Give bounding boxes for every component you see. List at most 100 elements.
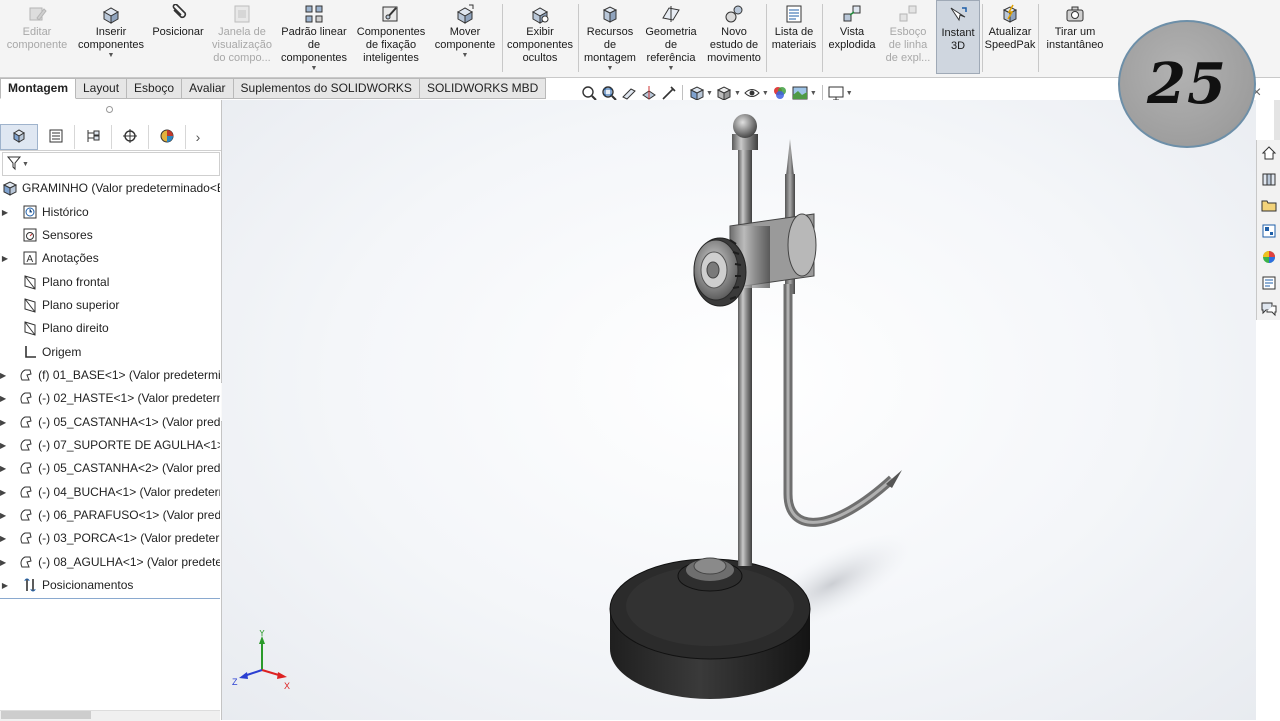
forum-icon[interactable] (1259, 298, 1279, 320)
tree-item-historico[interactable]: ▶ Histórico (0, 201, 220, 223)
edit-appearance-icon[interactable] (772, 85, 789, 102)
tab-display-manager[interactable] (149, 125, 186, 149)
chevron-down-icon[interactable]: ▼ (762, 90, 769, 97)
tree-item-haste[interactable]: ▶ (-) 02_HASTE<1> (Valor predetermi (0, 387, 220, 409)
tree-item-plano-superior[interactable]: Plano superior (0, 294, 220, 316)
tree-item-posicionamentos[interactable]: ▶ Posicionamentos (0, 574, 220, 596)
tree-item-porca[interactable]: ▶ (-) 03_PORCA<1> (Valor predeterm (0, 527, 220, 549)
tab-dimxpert-manager[interactable] (112, 125, 149, 149)
tree-filter[interactable]: ▼ (2, 152, 220, 176)
z-axis-label: Z (232, 677, 238, 687)
tree-item-label: Origem (42, 345, 82, 359)
view-settings-icon[interactable] (828, 85, 845, 102)
tree-item-castanha-2[interactable]: ▶ (-) 05_CASTANHA<2> (Valor predet (0, 457, 220, 479)
scrollbar-thumb[interactable] (1, 711, 91, 719)
chevron-down-icon: ▼ (461, 52, 469, 59)
tab-montagem[interactable]: Montagem (0, 78, 76, 99)
tab-configuration-manager[interactable] (75, 125, 112, 149)
assembly-features-button[interactable]: Recursos de montagem ▼ (580, 0, 640, 74)
chevron-down-icon[interactable]: ▼ (810, 90, 817, 97)
previous-view-icon[interactable] (620, 85, 637, 102)
tree-root[interactable]: GRAMINHO (Valor predeterminado<Est (0, 177, 220, 199)
linear-pattern-icon (303, 4, 325, 24)
smart-fasteners-button[interactable]: Componentes de fixação inteligentes (354, 0, 428, 74)
tree-item-anotacoes[interactable]: ▶ A Anotações (0, 247, 220, 269)
folder-icon[interactable] (1259, 194, 1279, 216)
home-icon[interactable] (1259, 142, 1279, 164)
expand-arrow-icon[interactable]: ▶ (0, 488, 6, 497)
section-view-icon[interactable] (640, 85, 657, 102)
zoom-to-fit-icon[interactable] (580, 85, 597, 102)
appearances-icon[interactable] (1259, 246, 1279, 268)
expand-arrow-icon[interactable]: ▶ (0, 534, 6, 543)
custom-properties-icon[interactable] (1259, 272, 1279, 294)
zoom-to-area-icon[interactable] (600, 85, 617, 102)
view-orientation-icon[interactable] (688, 85, 705, 102)
view-palette-icon[interactable] (1259, 220, 1279, 242)
tree-item-origem[interactable]: Origem (0, 341, 220, 363)
tab-feature-manager[interactable] (0, 124, 38, 150)
graphics-area[interactable]: Y X Z (222, 100, 1256, 720)
tree-item-bucha[interactable]: ▶ (-) 04_BUCHA<1> (Valor predeterm (0, 481, 220, 503)
tab-property-manager[interactable] (38, 125, 75, 149)
tree-item-sensores[interactable]: Sensores (0, 224, 220, 246)
expand-arrow-icon[interactable]: ▶ (0, 208, 10, 217)
show-hidden-icon (529, 4, 551, 24)
tree-item-label: (-) 08_AGULHA<1> (Valor predeterr (38, 555, 220, 569)
panel-grip[interactable] (106, 106, 113, 113)
part-icon (18, 484, 34, 500)
expand-arrow-icon[interactable]: ▶ (0, 511, 6, 520)
toolbar-separator (821, 85, 823, 101)
update-speedpak-button[interactable]: Atualizar SpeedPak (984, 0, 1036, 74)
mate-button[interactable]: Posicionar (150, 0, 206, 74)
vertical-scrollbar[interactable] (1274, 100, 1280, 140)
part-icon (18, 554, 34, 570)
display-style-icon[interactable] (716, 85, 733, 102)
reference-geometry-button[interactable]: Geometria de referência ▼ (642, 0, 700, 74)
edit-component-button[interactable]: Editar componente (4, 0, 70, 74)
move-component-button[interactable]: Mover componente ▼ (430, 0, 500, 74)
tree-item-plano-direito[interactable]: Plano direito (0, 317, 220, 339)
show-hidden-components-button[interactable]: Exibir componentes ocultos (504, 0, 576, 74)
tree-item-parafuso[interactable]: ▶ (-) 06_PARAFUSO<1> (Valor predet (0, 504, 220, 526)
expand-arrow-icon[interactable]: ▶ (0, 254, 10, 263)
tree-item-label: (f) 01_BASE<1> (Valor predeterminad (38, 368, 220, 382)
marking-gauge-model[interactable] (602, 104, 922, 704)
chevron-down-icon[interactable]: ▼ (734, 90, 741, 97)
expand-arrow-icon[interactable]: ▶ (0, 464, 6, 473)
component-preview-window-button[interactable]: Janela de visualização do compo... (212, 0, 272, 74)
dynamic-annotation-icon[interactable] (660, 85, 677, 102)
expand-arrow-icon[interactable]: ▶ (0, 441, 6, 450)
chevron-down-icon[interactable]: ▼ (706, 90, 713, 97)
chevron-right-icon[interactable]: › (186, 129, 210, 145)
expand-arrow-icon[interactable]: ▶ (0, 371, 6, 380)
command-manager-tabs: Montagem Layout Esboço Avaliar Suplement… (0, 78, 547, 99)
expand-arrow-icon[interactable]: ▶ (0, 581, 10, 590)
tab-avaliar[interactable]: Avaliar (182, 78, 234, 99)
hide-show-items-icon[interactable] (744, 85, 761, 102)
tree-item-castanha-1[interactable]: ▶ (-) 05_CASTANHA<1> (Valor predet (0, 411, 220, 433)
linear-component-pattern-button[interactable]: Padrão linear de componentes ▼ (276, 0, 352, 74)
tab-esboco[interactable]: Esboço (127, 78, 183, 99)
tab-suplementos[interactable]: Suplementos do SOLIDWORKS (233, 78, 420, 99)
expand-arrow-icon[interactable]: ▶ (0, 418, 6, 427)
bill-of-materials-button[interactable]: Lista de materiais (768, 0, 820, 74)
chevron-down-icon[interactable]: ▼ (846, 90, 853, 97)
expand-arrow-icon[interactable]: ▶ (0, 394, 6, 403)
insert-components-button[interactable]: Inserir componentes ▼ (74, 0, 148, 74)
expand-arrow-icon[interactable]: ▶ (0, 558, 6, 567)
tab-layout[interactable]: Layout (76, 78, 128, 99)
tree-item-suporte-agulha[interactable]: ▶ (-) 07_SUPORTE DE AGULHA<1> (V (0, 434, 220, 456)
design-library-icon[interactable] (1259, 168, 1279, 190)
tab-solidworks-mbd[interactable]: SOLIDWORKS MBD (419, 78, 547, 99)
take-snapshot-button[interactable]: Tirar um instantâneo (1040, 0, 1110, 74)
tree-item-plano-frontal[interactable]: Plano frontal (0, 271, 220, 293)
tree-rollback-bar[interactable] (0, 598, 220, 599)
instant-3d-button[interactable]: Instant 3D (936, 0, 980, 74)
tree-item-base[interactable]: ▶ (f) 01_BASE<1> (Valor predeterminad (0, 364, 220, 386)
exploded-view-button[interactable]: Vista explodida (824, 0, 880, 74)
explode-line-sketch-button[interactable]: Esboço de linha de expl... (880, 0, 936, 74)
apply-scene-icon[interactable] (792, 85, 809, 102)
new-motion-study-button[interactable]: Novo estudo de movimento (702, 0, 766, 74)
tree-item-agulha[interactable]: ▶ (-) 08_AGULHA<1> (Valor predeterr (0, 551, 220, 573)
